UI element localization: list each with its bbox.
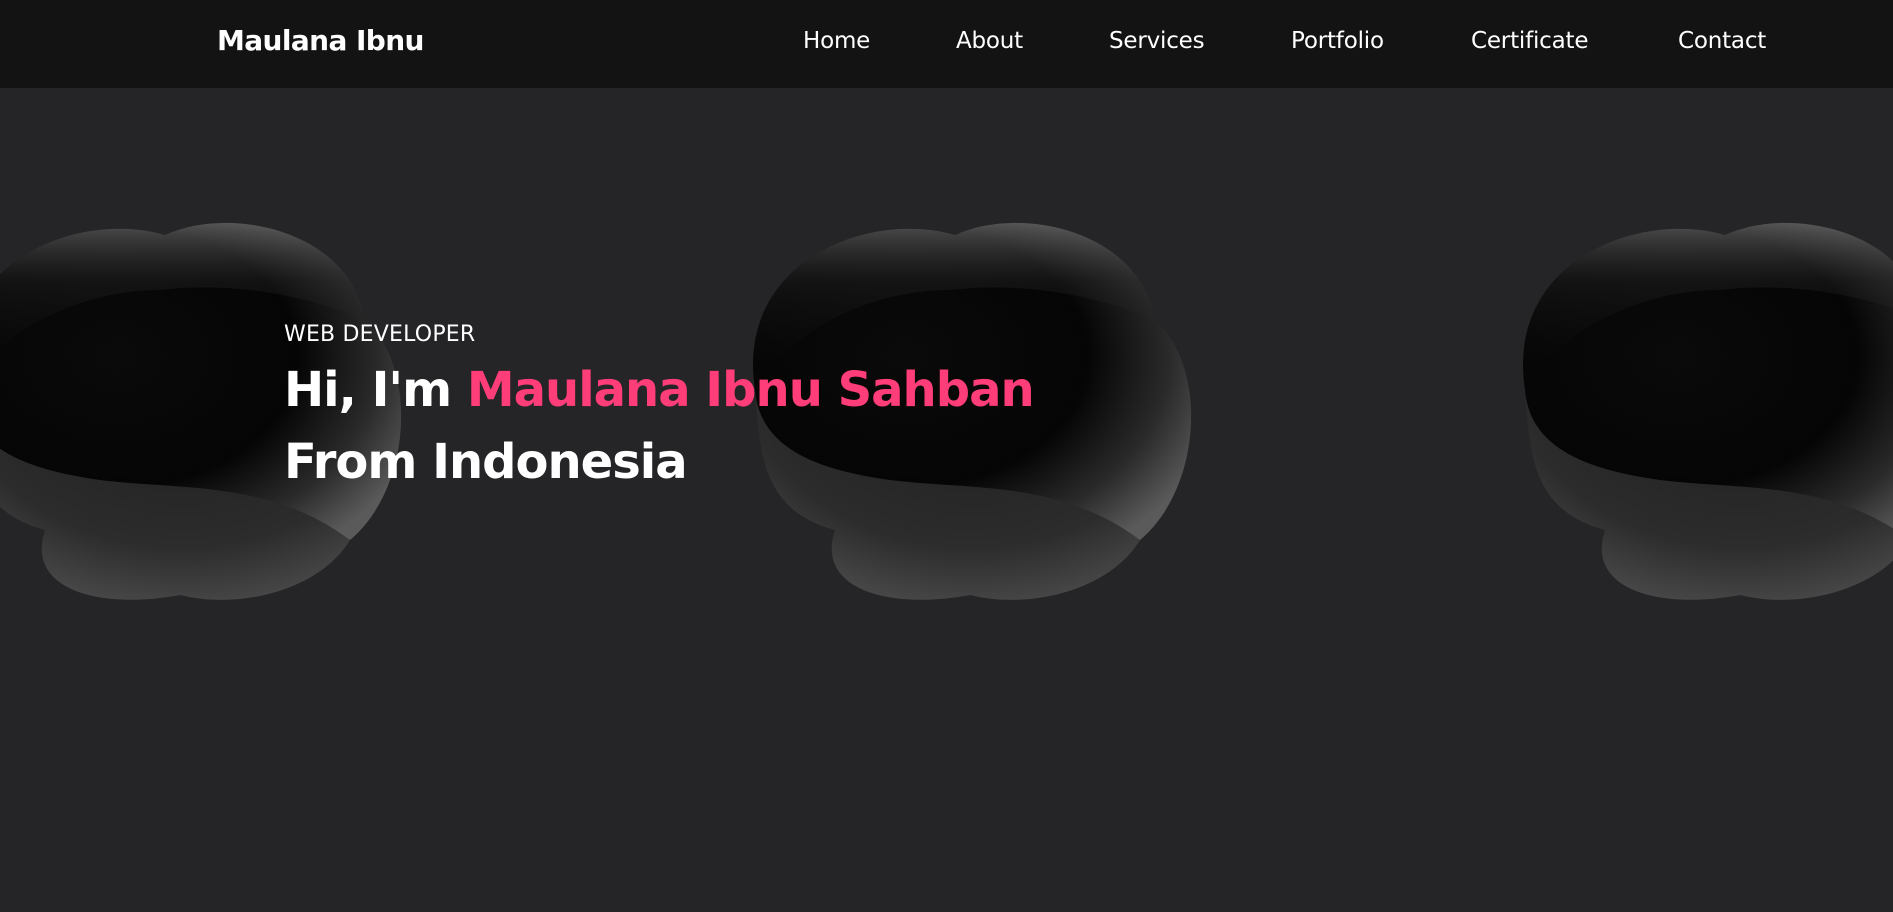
nav-item-about[interactable]: About — [956, 28, 1023, 54]
nav-item-contact[interactable]: Contact — [1678, 28, 1766, 54]
nav-item-portfolio[interactable]: Portfolio — [1291, 28, 1384, 54]
nav-item-home[interactable]: Home — [803, 28, 870, 54]
hero-greeting: Hi, I'm — [284, 362, 452, 418]
hero-origin: From Indonesia — [284, 434, 688, 490]
nav-item-services[interactable]: Services — [1109, 28, 1205, 54]
hero-name: Maulana Ibnu Sahban — [466, 362, 1035, 418]
hero-headline: Hi, I'm Maulana Ibnu Sahban — [284, 354, 1035, 426]
navbar: Maulana Ibnu Home About Services Portfol… — [0, 0, 1893, 88]
nav-item-certificate[interactable]: Certificate — [1471, 28, 1588, 54]
hero-role: WEB DEVELOPER — [284, 322, 476, 347]
hero-section: WEB DEVELOPER Hi, I'm Maulana Ibnu Sahba… — [284, 318, 1035, 498]
brand-logo[interactable]: Maulana Ibnu — [217, 24, 424, 57]
page: Maulana Ibnu Home About Services Portfol… — [0, 0, 1893, 912]
